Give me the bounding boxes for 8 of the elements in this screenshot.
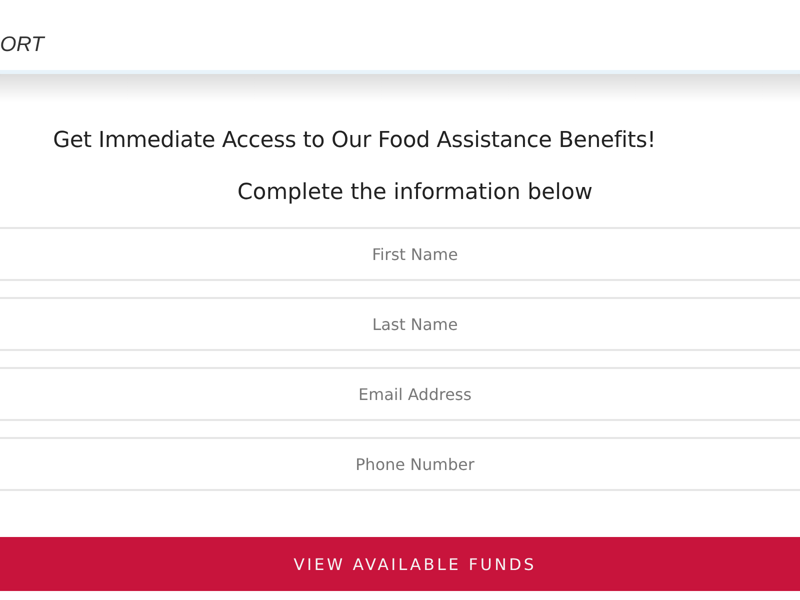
input-field[interactable]: Email Address (0, 367, 800, 421)
input-field[interactable]: Phone Number (0, 437, 800, 491)
input-field[interactable]: First Name (0, 227, 800, 281)
subheadline: Complete the information below (236, 180, 594, 205)
submit-button[interactable]: VIEW AVAILABLE FUNDS (0, 537, 800, 591)
brand-text: ORT (0, 33, 44, 57)
headline: Get Immediate Access to Our Food Assistance Benefits! (52, 128, 657, 153)
input-field[interactable]: Last Name (0, 297, 800, 351)
